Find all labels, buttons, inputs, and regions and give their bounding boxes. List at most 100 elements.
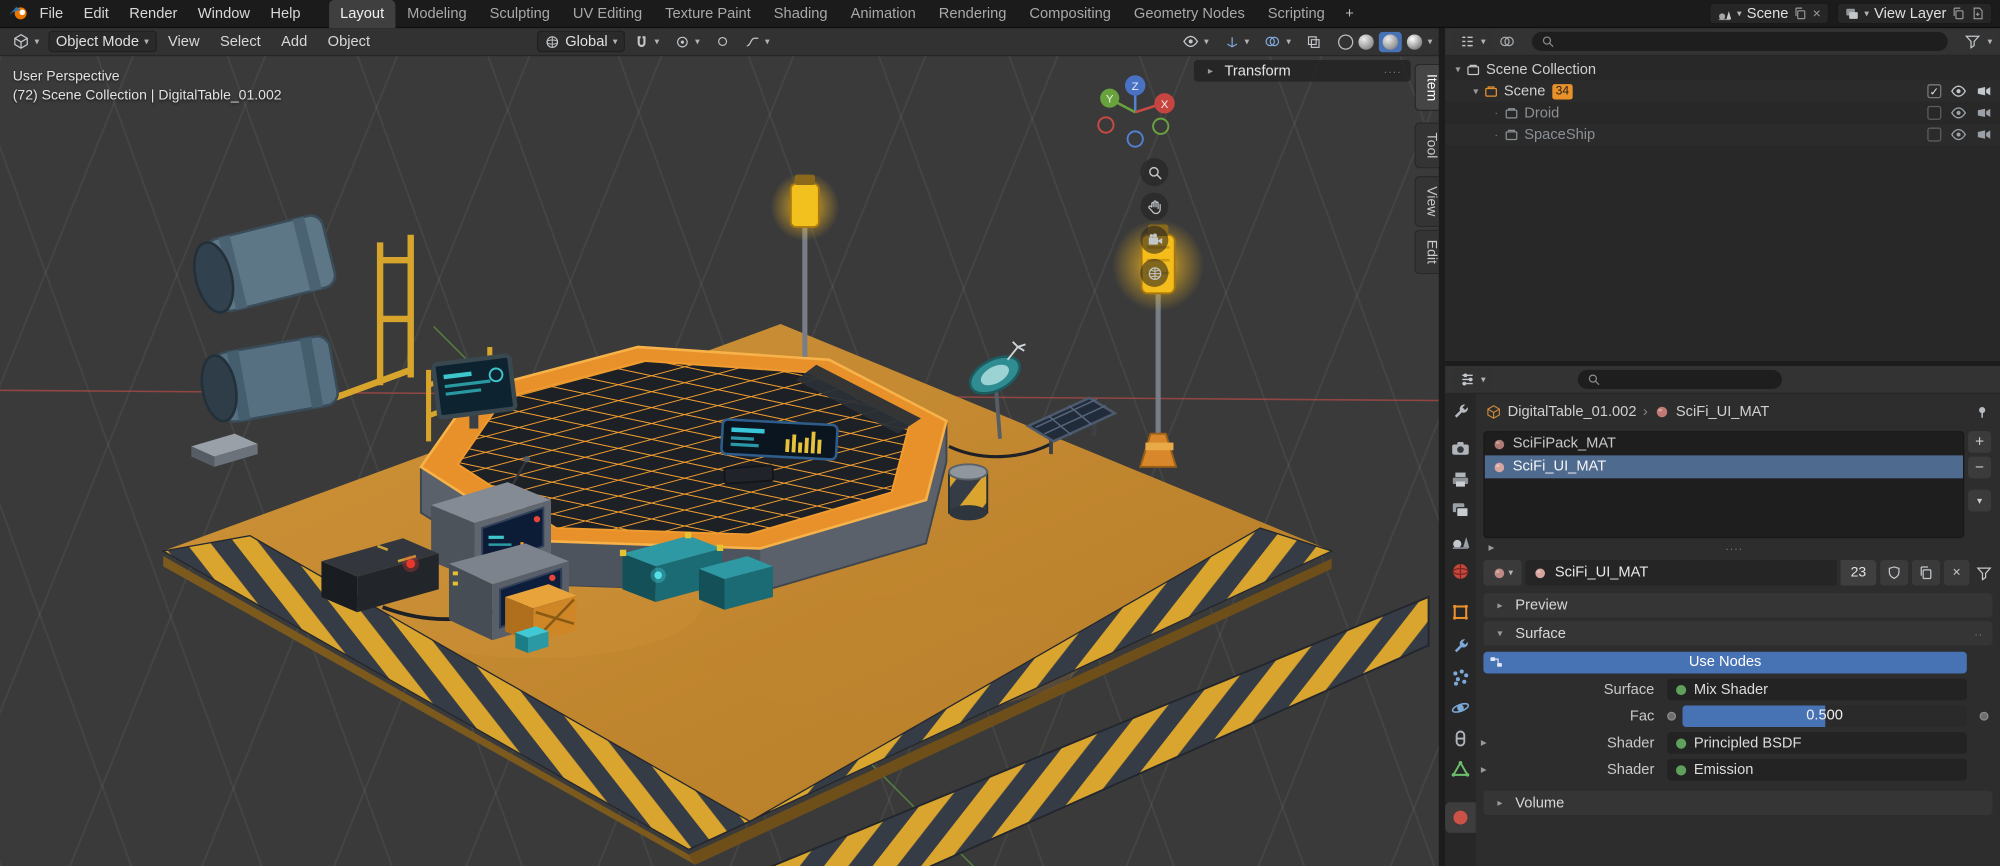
filter-funnel-icon[interactable] [1965, 33, 1982, 50]
render-visibility-icon[interactable] [1976, 105, 1993, 122]
users-count-button[interactable]: 23 [1841, 560, 1877, 586]
shading-dropdown[interactable]: ▾ [1428, 37, 1433, 47]
selectability-checkbox[interactable] [1927, 106, 1941, 120]
falloff-dropdown[interactable]: ▾ [738, 31, 776, 53]
editor-type-dropdown[interactable]: ▾ [6, 31, 45, 53]
tab-sculpting[interactable]: Sculpting [478, 0, 561, 27]
disclosure-triangle-icon[interactable]: ▸ [1476, 763, 1494, 777]
menu-select[interactable]: Select [211, 34, 270, 49]
view-layer-selector[interactable]: ▾ View Layer [1836, 3, 1992, 25]
disclosure-triangle-icon[interactable]: ▸ [1489, 541, 1495, 555]
panel-surface[interactable]: ▾ Surface ∙∙ [1483, 621, 1992, 645]
lamp-post-front[interactable] [1112, 219, 1204, 466]
menu-help[interactable]: Help [260, 0, 311, 27]
tab-geometry-nodes[interactable]: Geometry Nodes [1122, 0, 1256, 27]
tab-shading[interactable]: Shading [762, 0, 839, 27]
outliner-row-droid[interactable]: · Droid [1445, 102, 2000, 124]
drag-grip-icon[interactable]: ∙∙∙∙ [1384, 64, 1402, 77]
tab-material[interactable] [1445, 802, 1476, 833]
pivot-point-dropdown[interactable]: ▾ [668, 31, 706, 53]
use-nodes-button[interactable]: Use Nodes [1483, 652, 1966, 674]
gizmo-neg-y-axis[interactable] [1153, 119, 1168, 134]
pin-icon[interactable] [1974, 404, 1989, 419]
tab-output[interactable] [1450, 469, 1470, 489]
fake-user-shield-button[interactable] [1880, 560, 1908, 586]
pan-hand-button[interactable] [1140, 193, 1168, 221]
menu-file[interactable]: File [29, 0, 73, 27]
editor-type-dropdown[interactable]: ▾ [1453, 31, 1492, 53]
material-name-field[interactable]: SciFi_UI_MAT [1526, 560, 1837, 586]
remove-slot-button[interactable]: − [1968, 457, 1991, 479]
tab-layout[interactable]: Layout [329, 0, 396, 27]
gizmo-neg-z-axis[interactable] [1128, 131, 1143, 146]
material-slot-list[interactable]: SciFiPack_MAT SciFi_UI_MAT [1483, 431, 1964, 538]
blender-logo-icon[interactable] [8, 5, 30, 22]
tab-constraints[interactable] [1450, 728, 1470, 748]
tab-modeling[interactable]: Modeling [396, 0, 478, 27]
fac-slider[interactable]: 0.500 [1682, 705, 1966, 727]
properties-search-input[interactable] [1578, 370, 1782, 389]
render-visibility-icon[interactable] [1976, 83, 1993, 100]
outliner-row-scene-collection[interactable]: ▾ Scene Collection [1445, 59, 2000, 81]
breadcrumb-object[interactable]: DigitalTable_01.002 [1508, 404, 1637, 419]
duplicate-scene-icon[interactable] [1794, 6, 1808, 20]
hazard-barrel[interactable] [949, 464, 987, 520]
3d-viewport[interactable]: User Perspective (72) Scene Collection |… [0, 56, 1439, 866]
camera-view-button[interactable] [1140, 226, 1168, 254]
sidebar-tab-view[interactable]: View [1415, 176, 1439, 227]
new-view-layer-icon[interactable] [1971, 6, 1985, 20]
selectability-checkbox[interactable]: ✓ [1927, 84, 1941, 98]
input-socket-icon[interactable] [1667, 712, 1676, 721]
hide-eye-icon[interactable] [1950, 126, 1967, 143]
menu-render[interactable]: Render [119, 0, 188, 27]
breadcrumb-material[interactable]: SciFi_UI_MAT [1676, 404, 1769, 419]
selectability-checkbox[interactable] [1927, 128, 1941, 142]
outliner-row-spaceship[interactable]: · SpaceShip [1445, 124, 2000, 146]
menu-add[interactable]: Add [272, 34, 316, 49]
overlays-dropdown[interactable]: ▾ [1258, 31, 1297, 53]
zoom-button[interactable] [1140, 158, 1168, 186]
scene-selector[interactable]: ▾ Scene × [1709, 3, 1829, 25]
panel-volume[interactable]: ▸ Volume [1483, 791, 1992, 815]
unlink-scene-icon[interactable]: × [1813, 6, 1821, 21]
drag-grip-icon[interactable]: ∙∙∙∙ [1725, 541, 1743, 554]
slot-specials-dropdown[interactable]: ▾ [1968, 490, 1991, 512]
disclosure-triangle-icon[interactable]: ▸ [1476, 736, 1494, 750]
unlink-material-button[interactable]: × [1944, 560, 1970, 586]
tab-view-layer[interactable] [1450, 500, 1470, 520]
disclosure-triangle-icon[interactable]: ▾ [1450, 64, 1465, 75]
editor-type-dropdown[interactable]: ▾ [1453, 369, 1492, 391]
shading-wireframe-button[interactable] [1338, 34, 1353, 49]
viewport-navigation-gizmo[interactable]: Z Y X [1094, 71, 1176, 153]
display-mode-icon[interactable] [1498, 33, 1515, 50]
surface-shader-dropdown[interactable]: Mix Shader [1667, 679, 1967, 701]
decorator-dot-icon[interactable] [1980, 712, 1989, 721]
hide-eye-icon[interactable] [1950, 83, 1967, 100]
transform-orientation-dropdown[interactable]: Global ▾ [537, 31, 625, 53]
menu-object[interactable]: Object [319, 34, 379, 49]
browse-material-button[interactable]: ▾ [1483, 560, 1521, 586]
tab-uv-editing[interactable]: UV Editing [561, 0, 653, 27]
tab-tool[interactable] [1450, 402, 1470, 422]
object-type-visibility-dropdown[interactable]: ▾ [1176, 31, 1215, 53]
perspective-ortho-button[interactable] [1140, 259, 1168, 287]
tab-world[interactable] [1450, 561, 1470, 581]
3d-scene-canvas[interactable] [0, 56, 1439, 866]
tab-object-data[interactable] [1450, 759, 1470, 779]
pallet[interactable] [191, 434, 257, 467]
outliner-search-input[interactable] [1532, 32, 1948, 51]
tab-physics[interactable] [1450, 698, 1470, 718]
hide-eye-icon[interactable] [1950, 105, 1967, 122]
tab-scene[interactable] [1450, 531, 1470, 551]
shading-material-button[interactable] [1379, 31, 1402, 51]
panel-preview[interactable]: ▸ Preview [1483, 593, 1992, 617]
tab-texture-paint[interactable]: Texture Paint [654, 0, 763, 27]
outliner-row-scene[interactable]: ▾ Scene 34 ✓ [1445, 80, 2000, 102]
tab-compositing[interactable]: Compositing [1018, 0, 1122, 27]
menu-view[interactable]: View [159, 34, 208, 49]
proportional-edit-toggle[interactable] [709, 31, 736, 53]
tab-modifiers[interactable] [1450, 636, 1470, 656]
shader2-dropdown[interactable]: Emission [1667, 759, 1967, 781]
chevron-down-icon[interactable]: ▾ [1988, 37, 1993, 47]
tab-render[interactable] [1450, 439, 1470, 459]
